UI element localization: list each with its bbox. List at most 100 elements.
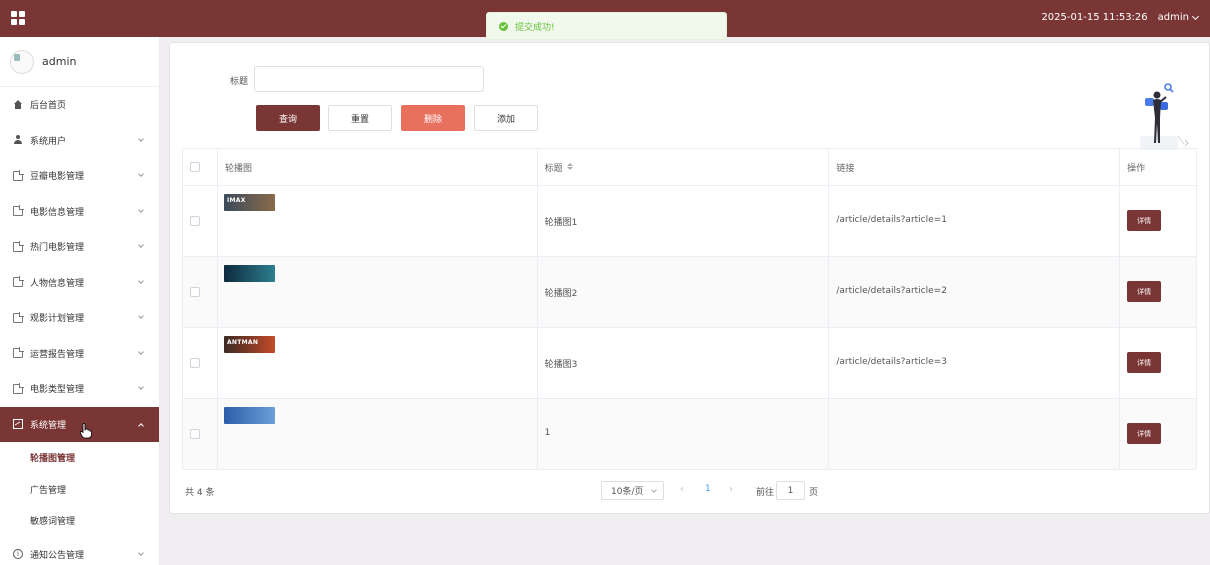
document-icon (13, 382, 24, 394)
avatar (10, 49, 34, 74)
thumbnail-label: IMAX (226, 197, 246, 204)
chevron-down-icon (138, 206, 144, 213)
chevron-down-icon (138, 171, 144, 177)
menu-grid-icon[interactable] (11, 11, 25, 25)
table-row: 1 详情 (183, 399, 1198, 470)
sidebar-item-operations-report[interactable]: 运营报告管理 (0, 336, 159, 372)
select-all-checkbox[interactable] (190, 162, 200, 172)
sidebar-subitem-label: 广告管理 (30, 485, 67, 496)
document-icon (13, 311, 24, 323)
sidebar-subitem-carousel[interactable]: 轮播图管理 (0, 442, 159, 474)
goto-page-input[interactable] (776, 481, 805, 500)
hand-cursor-icon (80, 423, 92, 439)
sidebar-subitem-label: 轮播图管理 (30, 454, 76, 465)
page-size-select[interactable]: 10条/页 (601, 481, 664, 500)
row-checkbox[interactable] (190, 429, 200, 439)
add-button[interactable]: 添加 (474, 105, 538, 131)
detail-button[interactable]: 详情 (1127, 210, 1162, 231)
sidebar-subitem-ads[interactable]: 广告管理 (0, 474, 159, 506)
chevron-down-icon (138, 348, 144, 355)
sidebar-item-system-users[interactable]: 系统用户 (0, 123, 159, 159)
reset-button[interactable]: 重置 (328, 105, 392, 131)
detail-button[interactable]: 详情 (1127, 281, 1162, 302)
sort-icon[interactable] (566, 163, 573, 171)
chevron-down-icon (138, 135, 144, 142)
header-username: admin (1157, 12, 1189, 23)
sidebar-item-label: 人物信息管理 (30, 278, 85, 289)
row-checkbox[interactable] (190, 358, 200, 368)
document-icon (13, 205, 24, 217)
title-filter-label: 标题 (230, 77, 249, 87)
chevron-up-icon (138, 422, 144, 429)
query-button[interactable]: 查询 (256, 105, 320, 131)
action-cell: 详情 (1120, 328, 1198, 399)
row-select-cell (183, 186, 218, 257)
carousel-thumbnail[interactable]: IMAX (223, 194, 275, 211)
check-circle-icon (499, 21, 508, 31)
link-cell: /article/details?article=1 (829, 186, 1121, 257)
title-cell: 轮播图1 (537, 186, 830, 257)
header-select-cell (183, 149, 218, 186)
header-title-label: 标题 (544, 163, 563, 174)
delete-button[interactable]: 删除 (401, 105, 465, 131)
document-icon (13, 347, 24, 359)
sidebar-item-person-info[interactable]: 人物信息管理 (0, 265, 159, 301)
goto-label: 前往 (756, 488, 775, 498)
header-title[interactable]: 标题 (537, 149, 830, 186)
header-link: 链接 (829, 149, 1121, 186)
sidebar-item-movie-types[interactable]: 电影类型管理 (0, 371, 159, 407)
chevron-down-icon (138, 277, 144, 284)
row-title: 轮播图1 (544, 218, 578, 228)
home-icon (13, 99, 23, 110)
sidebar: admin 后台首页 系统用户 豆瓣电影管理 电影信息管理 热门电影管理 人物信… (0, 37, 160, 565)
page-number[interactable]: 1 (705, 484, 711, 494)
detail-button[interactable]: 详情 (1127, 423, 1162, 444)
sidebar-item-douban-movies[interactable]: 豆瓣电影管理 (0, 158, 159, 194)
carousel-thumbnail[interactable] (223, 407, 275, 424)
sidebar-item-label: 热门电影管理 (30, 243, 85, 254)
row-checkbox[interactable] (190, 216, 200, 226)
sidebar-item-hot-movies[interactable]: 热门电影管理 (0, 229, 159, 265)
header-datetime: 2025-01-15 11:53:26 (1041, 12, 1148, 23)
sidebar-item-announcements[interactable]: i 通知公告管理 (0, 537, 159, 565)
row-select-cell (183, 328, 218, 399)
carousel-table: 轮播图 标题 链接 操作 IMAX 轮播图1 /article/details?… (182, 148, 1198, 470)
pagination-total: 共 4 条 (185, 488, 215, 498)
info-icon: i (13, 549, 23, 560)
sidebar-item-label: 电影类型管理 (30, 385, 85, 396)
prev-page-button[interactable]: ‹ (680, 484, 684, 495)
search-person-illustration (1140, 83, 1189, 150)
toast-message: 提交成功! (515, 22, 555, 33)
picture-icon (13, 419, 23, 430)
carousel-thumbnail[interactable]: ANTMAN (223, 336, 275, 353)
row-link: /article/details?article=1 (836, 215, 947, 225)
table-row: 轮播图2 /article/details?article=2 详情 (183, 257, 1198, 328)
sidebar-user: admin (0, 37, 159, 87)
sidebar-subitem-sensitive-words[interactable]: 敏感词管理 (0, 505, 159, 537)
sidebar-item-label: 通知公告管理 (30, 550, 85, 561)
row-checkbox[interactable] (190, 287, 200, 297)
chevron-down-icon (138, 384, 144, 390)
sidebar-item-label: 系统用户 (30, 136, 67, 147)
link-cell (829, 399, 1121, 470)
carousel-thumbnail[interactable] (223, 265, 275, 282)
title-search-input[interactable] (254, 66, 484, 92)
sidebar-item-label: 观影计划管理 (30, 314, 85, 325)
main-panel: 标题 查询 重置 删除 添加 轮播图 标题 链接 操作 IMAX 轮播图1 /a… (169, 42, 1210, 514)
title-cell: 轮播图2 (537, 257, 830, 328)
header-action: 操作 (1120, 149, 1197, 186)
action-cell: 详情 (1120, 186, 1198, 257)
row-title: 1 (544, 428, 551, 438)
sidebar-item-dashboard[interactable]: 后台首页 (0, 87, 159, 123)
next-page-button[interactable]: › (729, 484, 733, 495)
sidebar-item-label: 电影信息管理 (30, 207, 85, 218)
link-cell: /article/details?article=3 (829, 328, 1121, 399)
chevron-down-icon (1191, 12, 1200, 20)
table-row: ANTMAN 轮播图3 /article/details?article=3 详… (183, 328, 1198, 399)
sidebar-item-watch-plan[interactable]: 观影计划管理 (0, 300, 159, 336)
user-dropdown[interactable]: admin (1157, 12, 1200, 23)
sidebar-item-movie-info[interactable]: 电影信息管理 (0, 194, 159, 230)
sidebar-username: admin (42, 55, 77, 68)
document-icon (13, 169, 24, 181)
detail-button[interactable]: 详情 (1127, 352, 1162, 373)
